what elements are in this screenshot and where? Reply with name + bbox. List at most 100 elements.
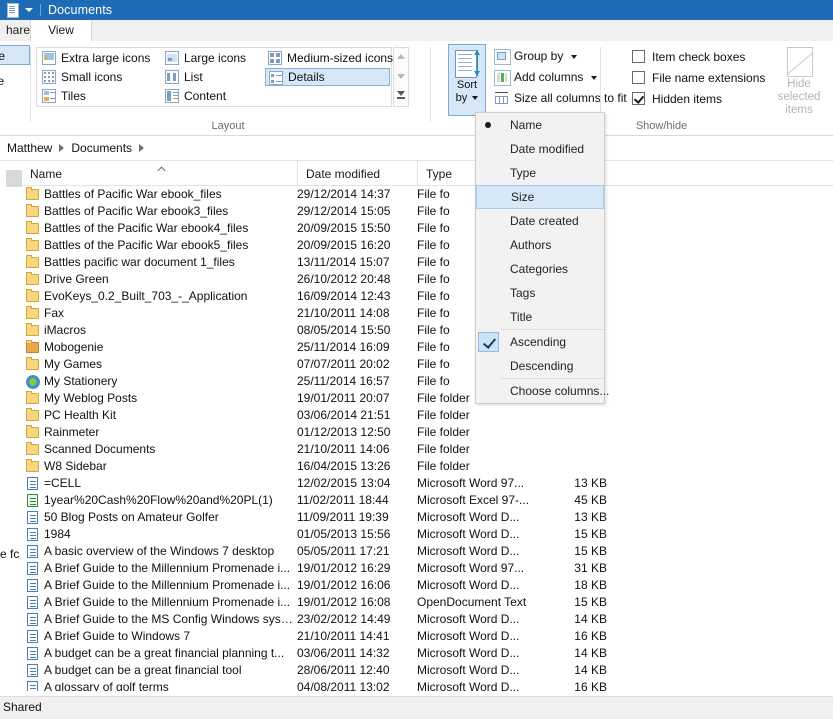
table-row[interactable]: iMacros 08/05/2014 15:50 File fo (22, 322, 833, 339)
column-header-name[interactable]: Name (22, 161, 297, 185)
menu-item-choose-columns[interactable]: Choose columns... (476, 379, 609, 403)
menu-item-categories[interactable]: Categories (476, 257, 604, 281)
file-date-modified: 19/01/2011 20:07 (297, 391, 390, 405)
preview-pane-button[interactable]: ane (0, 71, 30, 91)
table-row[interactable]: 50 Blog Posts on Amateur Golfer 11/09/201… (22, 509, 833, 526)
sort-direction-arrow-icon (474, 50, 481, 76)
folder-icon (24, 357, 40, 372)
checkbox-checked-icon[interactable] (632, 92, 645, 105)
file-type: Microsoft Excel 97-... (417, 493, 530, 507)
menu-item-tags[interactable]: Tags (476, 281, 604, 305)
menu-item-title[interactable]: Title (476, 305, 604, 329)
table-row[interactable]: Battles pacific war document 1_files 13/1… (22, 254, 833, 271)
table-row[interactable]: Battles of Pacific War ebook3_files 29/12… (22, 203, 833, 220)
file-name: Battles of Pacific War ebook_files (44, 187, 222, 201)
item-check-boxes-option[interactable]: Item check boxes (632, 47, 745, 67)
checkbox-icon[interactable] (632, 71, 645, 84)
layout-content[interactable]: Content (162, 87, 262, 105)
table-row[interactable]: A budget can be a great financial planni… (22, 645, 833, 662)
folder-icon (24, 425, 40, 440)
hidden-items-option[interactable]: Hidden items (632, 89, 722, 109)
chevron-right-icon[interactable] (139, 144, 145, 152)
file-name: Drive Green (44, 272, 109, 286)
table-row[interactable]: Rainmeter 01/12/2013 12:50 File folder (22, 424, 833, 441)
medium-icons-icon (268, 51, 282, 65)
layout-large-icons[interactable]: Large icons (162, 49, 262, 67)
table-row[interactable]: A glossary of golf terms 04/08/2011 13:02… (22, 679, 833, 691)
table-row[interactable]: =CELL 12/02/2015 13:04 Microsoft Word 97..… (22, 475, 833, 492)
sort-by-line1: Sort (456, 79, 478, 91)
file-name: 50 Blog Posts on Amateur Golfer (44, 510, 219, 524)
table-row[interactable]: Drive Green 26/10/2012 20:48 File fo (22, 271, 833, 288)
table-row[interactable]: W8 Sidebar 16/04/2015 13:26 File folder (22, 458, 833, 475)
layout-scroll-buttons[interactable] (393, 47, 409, 107)
nav-selected-item[interactable] (6, 170, 22, 187)
menu-item-type[interactable]: Type (476, 161, 604, 185)
file-name: A Brief Guide to the Millennium Promenad… (44, 578, 291, 592)
table-row[interactable]: Battles of Pacific War ebook_files 29/12/… (22, 186, 833, 203)
layout-extra-large-icons[interactable]: Extra large icons (39, 49, 159, 67)
panes-group: ane ane (0, 45, 30, 91)
menu-item-descending[interactable]: Descending (476, 354, 604, 378)
word-document-icon (24, 680, 40, 691)
sort-by-button[interactable]: Sort by (448, 44, 486, 116)
file-type: Microsoft Word 97... (417, 476, 525, 490)
table-row[interactable]: A Brief Guide to the MS Config Windows s… (22, 611, 833, 628)
table-row[interactable]: My Games 07/07/2011 20:02 File fo (22, 356, 833, 373)
quick-access-toolbar-caret[interactable] (22, 2, 36, 18)
folder-open-icon (24, 340, 40, 355)
table-row[interactable]: A Brief Guide to the Millennium Promenad… (22, 594, 833, 611)
navigation-pane-button[interactable]: ane (0, 45, 30, 65)
layout-details[interactable]: Details (265, 68, 390, 86)
table-row[interactable]: PC Health Kit 03/06/2014 21:51 File folder (22, 407, 833, 424)
layout-medium-icons[interactable]: Medium-sized icons (265, 49, 393, 67)
folder-icon (24, 323, 40, 338)
table-row[interactable]: My Weblog Posts 19/01/2011 20:07 File fold… (22, 390, 833, 407)
checkbox-icon[interactable] (632, 50, 645, 63)
table-row[interactable]: EvoKeys_0.2_Built_703_-_Application 16/09… (22, 288, 833, 305)
scroll-up-icon[interactable] (397, 54, 405, 59)
breadcrumb-matthew[interactable]: Matthew (0, 141, 59, 155)
group-by-button[interactable]: Group by (492, 46, 577, 66)
expand-gallery-icon[interactable] (397, 91, 405, 96)
table-row[interactable]: A Brief Guide to the Millennium Promenad… (22, 577, 833, 594)
table-row[interactable]: Battles of the Pacific War ebook4_files 2… (22, 220, 833, 237)
breadcrumb-documents[interactable]: Documents (64, 141, 139, 155)
table-row[interactable]: A Brief Guide to Windows 7 21/10/2011 14:… (22, 628, 833, 645)
word-document-icon (24, 578, 40, 593)
menu-item-size[interactable]: Size (476, 185, 604, 209)
table-row[interactable]: 1984 01/05/2013 15:56 Microsoft Word D... 1… (22, 526, 833, 543)
file-date-modified: 25/11/2014 16:09 (297, 340, 390, 354)
file-list[interactable]: Battles of Pacific War ebook_files 29/12/… (22, 186, 833, 691)
menu-item-authors[interactable]: Authors (476, 233, 604, 257)
table-row[interactable]: Fax 21/10/2011 14:08 File fo (22, 305, 833, 322)
file-name: A budget can be a great financial tool (44, 663, 242, 677)
column-header-date-modified[interactable]: Date modified (297, 161, 417, 185)
address-bar[interactable]: Matthew Documents (0, 136, 833, 161)
layout-tiles[interactable]: Tiles (39, 87, 159, 105)
menu-item-name[interactable]: Name (476, 113, 604, 137)
table-row[interactable]: My Stationery 25/11/2014 16:57 File fo (22, 373, 833, 390)
table-row[interactable]: A basic overview of the Windows 7 deskto… (22, 543, 833, 560)
table-row[interactable]: Scanned Documents 21/10/2011 14:06 File fo… (22, 441, 833, 458)
file-size: 15 KB (574, 527, 607, 541)
table-row[interactable]: 1year%20Cash%20Flow%20and%20PL(1) 11/02/2… (22, 492, 833, 509)
add-columns-button[interactable]: Add columns (492, 67, 597, 87)
size-all-columns-button[interactable]: Size all columns to fit (492, 88, 627, 108)
file-size (522, 441, 607, 458)
scroll-down-icon[interactable] (397, 74, 405, 79)
table-row[interactable]: A budget can be a great financial tool 28… (22, 662, 833, 679)
layout-small-icons[interactable]: Small icons (39, 68, 159, 86)
table-row[interactable]: Battles of the Pacific War ebook5_files 2… (22, 237, 833, 254)
layout-list[interactable]: List (162, 68, 262, 86)
tab-view[interactable]: View (30, 20, 92, 41)
table-row[interactable]: A Brief Guide to the Millennium Promenad… (22, 560, 833, 577)
sort-by-line2: by (455, 92, 468, 104)
folder-icon (24, 255, 40, 270)
file-name-extensions-option[interactable]: File name extensions (632, 68, 765, 88)
sort-by-dropdown-menu[interactable]: Name Date modified Type Size Date created Aut… (475, 112, 609, 404)
menu-item-date-modified[interactable]: Date modified (476, 137, 604, 161)
table-row[interactable]: Mobogenie 25/11/2014 16:09 File fo (22, 339, 833, 356)
menu-item-date-created[interactable]: Date created (476, 209, 604, 233)
menu-item-ascending[interactable]: Ascending (476, 330, 604, 354)
